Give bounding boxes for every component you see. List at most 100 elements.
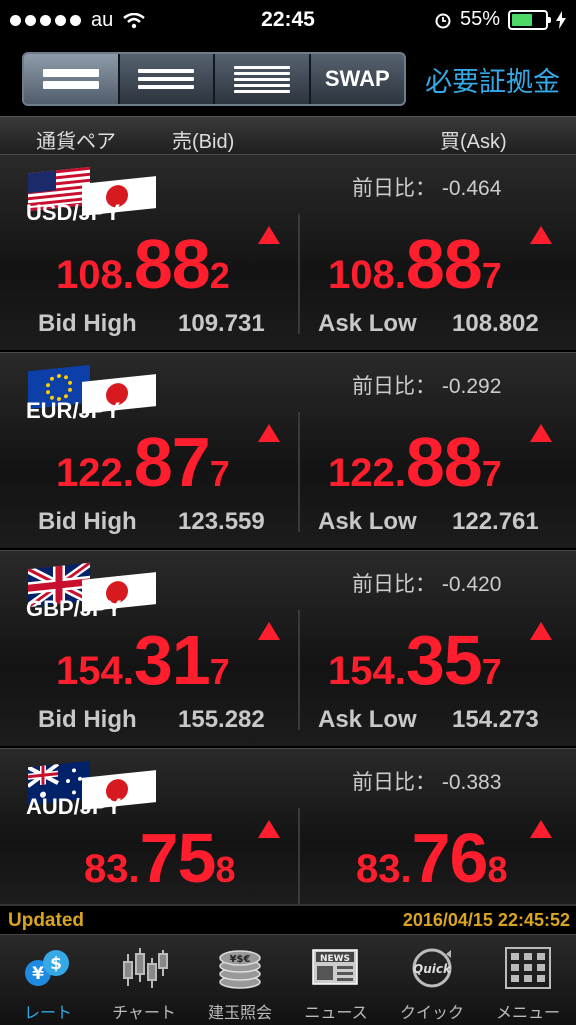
ask-prefix: 154. (328, 649, 406, 693)
update-status-bar: Updated 2016/04/15 22:45:52 (0, 904, 576, 936)
bid-high-value: 155.282 (178, 706, 265, 733)
ask-price[interactable]: 122.887 (328, 422, 502, 502)
four-rows-icon (233, 65, 290, 93)
bid-up-arrow-icon (258, 622, 280, 640)
svg-text:NEWS: NEWS (320, 954, 350, 964)
bid-pip: 8 (215, 849, 236, 890)
daily-change: 前日比： -0.464 (352, 177, 502, 200)
divider (298, 214, 300, 334)
tab-rate[interactable]: ¥ $ レート (0, 935, 96, 1025)
rate-panel-gbpjpy[interactable]: GBP/JPY 前日比： -0.420 154.317 154.357 Bid … (0, 550, 576, 748)
bid-price[interactable]: 122.877 (56, 422, 230, 502)
rate-panel-audjpy[interactable]: AUD/JPY 前日比： -0.383 83.758 83.768 (0, 748, 576, 906)
tab-bar: ¥ $ レート チャート ¥$€ 建玉照会 NEWS ニュース Quick クイ… (0, 934, 576, 1025)
rate-panel-usdjpy[interactable]: USD/JPY 前日比： -0.464 108.882 108.887 Bid … (0, 154, 576, 352)
ask-price[interactable]: 154.357 (328, 620, 502, 700)
layout-segment-control: SWAP (22, 52, 406, 106)
ask-pip: 8 (487, 849, 508, 890)
ask-prefix: 108. (328, 253, 406, 297)
tab-label: メニュー (495, 1005, 560, 1022)
pair-name: AUD/JPY (26, 794, 122, 819)
bid-big-figure: 31 (133, 621, 211, 699)
pair-name: USD/JPY (26, 200, 121, 225)
svg-text:Quick: Quick (413, 962, 452, 976)
ask-low-value: 122.761 (452, 508, 539, 535)
bid-price[interactable]: 83.758 (84, 818, 236, 898)
news-icon: NEWS (309, 945, 363, 991)
rate-icon: ¥ $ (21, 945, 75, 991)
bid-high-label: Bid High (38, 508, 137, 535)
rate-panel-eurjpy[interactable]: EUR/JPY 前日比： -0.292 122.877 122.887 Bid … (0, 352, 576, 550)
tab-positions[interactable]: ¥$€ 建玉照会 (192, 935, 288, 1025)
position-icon: ¥$€ (213, 945, 267, 991)
bid-prefix: 108. (56, 253, 134, 297)
divider (298, 610, 300, 730)
quick-icon: Quick (405, 945, 459, 991)
ask-big-figure: 76 (411, 819, 489, 897)
tab-quick[interactable]: Quick クイック (384, 935, 480, 1025)
column-header: 通貨ペア 売(Bid) 買(Ask) (0, 116, 576, 156)
three-rows-icon (138, 69, 195, 89)
daily-change: 前日比： -0.383 (352, 771, 502, 794)
column-pair: 通貨ペア (36, 131, 116, 153)
bid-high-value: 109.731 (178, 310, 265, 337)
column-ask: 買(Ask) (440, 131, 507, 153)
ask-up-arrow-icon (530, 622, 552, 640)
divider (298, 412, 300, 532)
tab-chart[interactable]: チャート (96, 935, 192, 1025)
ask-price[interactable]: 108.887 (328, 224, 502, 304)
tab-menu[interactable]: メニュー (480, 935, 576, 1025)
margin-requirement-link[interactable]: 必要証拠金 (425, 60, 560, 99)
ask-prefix: 122. (328, 451, 406, 495)
two-rows-icon (42, 69, 99, 89)
ask-pip: 7 (481, 453, 502, 494)
ask-pip: 7 (481, 651, 502, 692)
segment-swap[interactable]: SWAP (311, 54, 405, 104)
bid-up-arrow-icon (258, 820, 280, 838)
bid-pip: 7 (209, 651, 230, 692)
bid-prefix: 154. (56, 649, 134, 693)
bid-high-label: Bid High (38, 310, 137, 337)
ask-low-label: Ask Low (318, 310, 417, 337)
toolbar: SWAP 必要証拠金 (0, 40, 576, 116)
bid-high-value: 123.559 (178, 508, 265, 535)
daily-change: 前日比： -0.292 (352, 375, 502, 398)
bid-prefix: 83. (84, 847, 140, 891)
segment-two-rows[interactable] (24, 54, 120, 104)
bid-big-figure: 87 (133, 423, 211, 501)
ask-low-label: Ask Low (318, 706, 417, 733)
svg-text:¥$€: ¥$€ (230, 954, 251, 965)
segment-three-rows[interactable] (120, 54, 215, 104)
bid-pip: 7 (209, 453, 230, 494)
bid-up-arrow-icon (258, 226, 280, 244)
pair-name: GBP/JPY (26, 596, 122, 621)
svg-text:$: $ (50, 954, 62, 974)
bid-up-arrow-icon (258, 424, 280, 442)
ask-prefix: 83. (356, 847, 412, 891)
bid-price[interactable]: 108.882 (56, 224, 230, 304)
status-bar: au 22:45 55% (0, 0, 576, 40)
chart-icon (117, 945, 171, 991)
svg-text:¥: ¥ (32, 964, 44, 984)
ask-price[interactable]: 83.768 (356, 818, 508, 898)
daily-change: 前日比： -0.420 (352, 573, 502, 596)
bid-prefix: 122. (56, 451, 134, 495)
column-bid: 売(Bid) (172, 131, 235, 153)
pair-name: EUR/JPY (26, 398, 121, 423)
tab-label: ニュース (304, 1005, 368, 1022)
ask-pip: 7 (481, 255, 502, 296)
bid-big-figure: 75 (139, 819, 217, 897)
battery-icon (508, 9, 551, 30)
ask-up-arrow-icon (530, 424, 552, 442)
bid-price[interactable]: 154.317 (56, 620, 230, 700)
segment-four-rows[interactable] (215, 54, 311, 104)
ask-up-arrow-icon (530, 226, 552, 244)
status-right: 55% (434, 8, 566, 31)
tab-label: レート (23, 1005, 72, 1022)
tab-news[interactable]: NEWS ニュース (288, 935, 384, 1025)
updated-timestamp: 2016/04/15 22:45:52 (402, 910, 570, 930)
divider (298, 808, 300, 904)
charging-icon (556, 10, 566, 29)
ask-low-value: 108.802 (452, 310, 539, 337)
bid-high-label: Bid High (38, 706, 137, 733)
